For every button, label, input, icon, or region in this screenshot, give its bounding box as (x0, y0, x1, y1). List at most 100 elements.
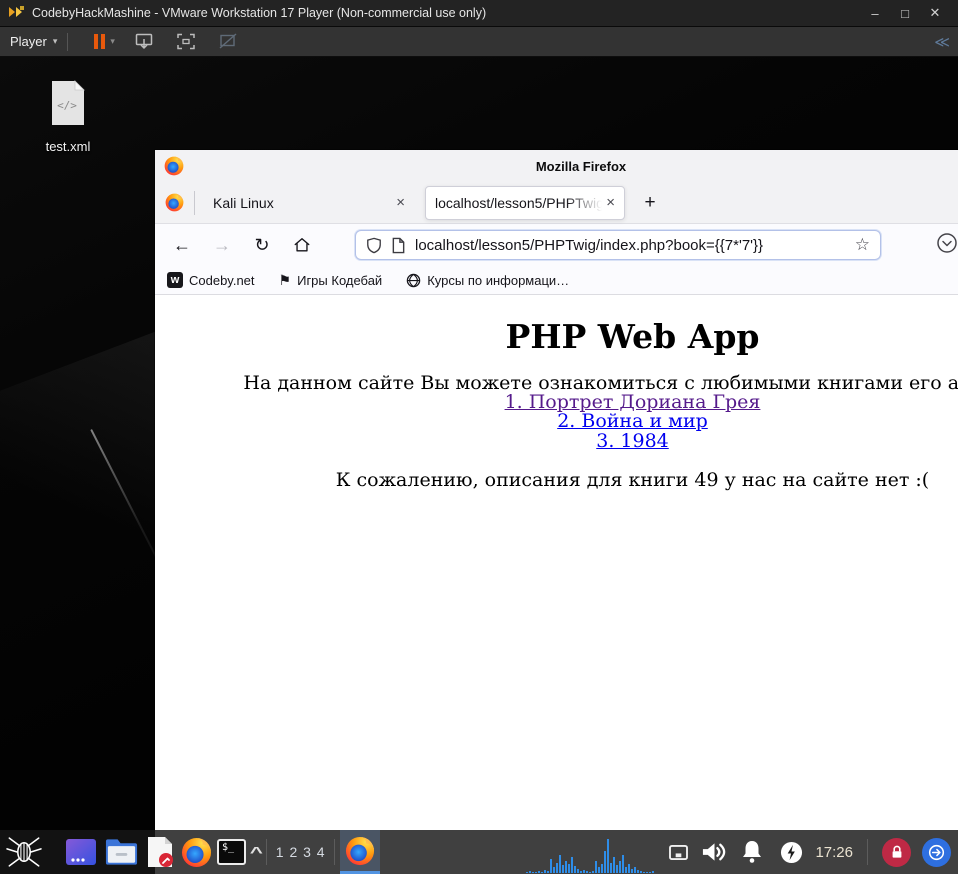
notifications-button[interactable] (740, 839, 764, 865)
bookmark-games[interactable]: ⚑ Игры Кодебай (279, 272, 383, 289)
network-monitor-graph (526, 839, 655, 873)
folder-icon (105, 839, 138, 865)
reload-button[interactable]: ↻ (245, 229, 279, 261)
desktop-file-test-xml[interactable]: </> test.xml (26, 79, 110, 154)
power-manager-button[interactable] (780, 841, 803, 864)
pocket-icon (937, 232, 957, 253)
vmware-titlebar: CodebyHackMashine - VMware Workstation 1… (0, 0, 958, 27)
taskbar-divider (265, 839, 267, 865)
tab-localhost-active[interactable]: localhost/lesson5/PHPTwig/i × (425, 185, 625, 220)
collapse-toolbar-button[interactable]: ≪ (934, 33, 950, 51)
file-manager-button[interactable] (104, 837, 139, 867)
terminal-button[interactable]: $_ (217, 839, 246, 865)
app-launcher-button[interactable] (64, 835, 98, 869)
forward-button: → (213, 234, 231, 255)
tab-label: Kali Linux (213, 194, 274, 211)
page-title: PHP Web App (505, 317, 760, 356)
home-button[interactable] (285, 229, 319, 261)
pocket-button[interactable] (936, 232, 958, 259)
firefox-logo-icon (181, 837, 212, 867)
bookmark-label: Игры Кодебай (297, 272, 383, 288)
vmware-window: { "vmware": { "title": "CodebyHackMashin… (0, 0, 958, 874)
monitor-arrow-icon (135, 33, 153, 50)
minimize-button[interactable]: – (860, 0, 890, 27)
vmware-window-controls: – □ ✕ (860, 0, 950, 27)
bookmark-label: Курсы по информаци… (427, 272, 570, 288)
arrow-right-circle-icon (928, 844, 945, 860)
lock-icon (892, 845, 901, 858)
screen-lock-button[interactable] (882, 837, 911, 867)
firefox-launcher-button[interactable] (181, 837, 212, 868)
book-link-2[interactable]: 2. Война и мир (155, 411, 958, 431)
bell-icon (743, 841, 762, 863)
close-button[interactable]: ✕ (920, 0, 950, 27)
book-link-3[interactable]: 3. 1984 (155, 431, 958, 451)
bookmark-courses[interactable]: Курсы по информаци… (406, 273, 569, 288)
taskbar-active-firefox[interactable] (339, 830, 380, 874)
network-status-button[interactable] (668, 844, 689, 861)
suspend-vm-button[interactable]: ▾ (94, 34, 115, 49)
globe-icon (406, 273, 421, 287)
svg-text:</>: </> (57, 99, 77, 112)
player-menu-label: Player (10, 34, 47, 49)
desktop-file-label: test.xml (45, 139, 91, 154)
bookmark-label: Codeby.net (189, 272, 255, 288)
taskbar: $_ ^ 1 2 3 4 17:26 (0, 830, 958, 874)
logout-button[interactable] (922, 837, 951, 867)
crossed-monitor-icon (219, 33, 237, 49)
speaker-icon (703, 843, 726, 861)
firefox-window: Mozilla Firefox Kali Linux × localhost/l… (155, 150, 958, 874)
vmware-toolbar: Player ▾ ▾ ≪ (0, 27, 958, 57)
tab-close-icon[interactable]: × (396, 194, 405, 211)
home-icon (294, 238, 310, 252)
fullscreen-button[interactable] (173, 30, 199, 54)
firefox-logo-icon (165, 193, 184, 212)
flag-icon: ⚑ (278, 271, 292, 288)
book-links: 1. Портрет Дориана Грея 2. Война и мир 3… (155, 392, 958, 451)
vm-screen: </> test.xml Mozilla Firefox Kali Linux … (0, 57, 958, 874)
volume-button[interactable] (701, 840, 728, 864)
caret-up-icon: ^ (249, 843, 263, 861)
maximize-button[interactable]: □ (890, 0, 920, 27)
bookmarks-bar: w Codeby.net ⚑ Игры Кодебай Курсы по инф… (155, 266, 958, 295)
text-editor-button[interactable] (145, 836, 175, 868)
toolbar-divider (67, 32, 69, 51)
fullscreen-icon (177, 33, 195, 50)
xml-file-icon: </> (52, 80, 85, 125)
page-icon (392, 237, 405, 253)
document-edit-icon (148, 837, 173, 867)
url-bar[interactable]: localhost/lesson5/PHPTwig/index.php?book… (355, 230, 881, 260)
unity-mode-button-disabled (215, 30, 241, 54)
url-text[interactable]: localhost/lesson5/PHPTwig/index.php?book… (415, 237, 846, 254)
tab-kali-linux[interactable]: Kali Linux × (203, 186, 415, 220)
clock[interactable]: 17:26 (815, 844, 853, 861)
firefox-tab-bar: Kali Linux × localhost/lesson5/PHPTwig/i… (155, 182, 958, 224)
back-button[interactable]: ← (165, 229, 199, 261)
new-tab-button[interactable]: + (637, 190, 663, 216)
tab-divider (194, 190, 195, 215)
bookmark-codeby[interactable]: w Codeby.net (167, 272, 255, 288)
terminal-icon: $_ (217, 839, 246, 865)
taskbar-divider (333, 839, 335, 865)
firefox-nav-bar: ← → ↻ localhost/lesson5/PHPTwig/index.ph… (155, 224, 958, 266)
desktop-app-icon (66, 839, 96, 865)
firefox-window-title: Mozilla Firefox (535, 158, 627, 174)
bookmark-star-icon[interactable]: ☆ (855, 235, 870, 255)
applications-menu-button[interactable] (0, 830, 48, 874)
workspace-switcher[interactable]: 1 2 3 4 (276, 844, 326, 860)
tab-label: localhost/lesson5/PHPTwig/i (435, 194, 603, 211)
power-bolt-icon (781, 841, 803, 863)
vmware-window-title: CodebyHackMashine - VMware Workstation 1… (32, 6, 487, 20)
ethernet-icon (669, 844, 689, 860)
panel-expand-button[interactable]: ^ (249, 843, 263, 861)
send-ctrl-alt-del-button[interactable] (131, 30, 157, 54)
terminal-prompt-glyph: $_ (222, 842, 235, 853)
player-menu-button[interactable]: Player ▾ (10, 34, 57, 49)
firefox-logo-icon (345, 836, 374, 865)
tab-close-icon[interactable]: × (606, 194, 615, 211)
codeby-icon: w (167, 272, 183, 288)
chevron-down-icon: ▾ (110, 36, 115, 46)
vmware-logo-icon (9, 6, 24, 17)
firefox-logo-icon (164, 156, 184, 176)
firefox-titlebar[interactable]: Mozilla Firefox (155, 150, 958, 182)
